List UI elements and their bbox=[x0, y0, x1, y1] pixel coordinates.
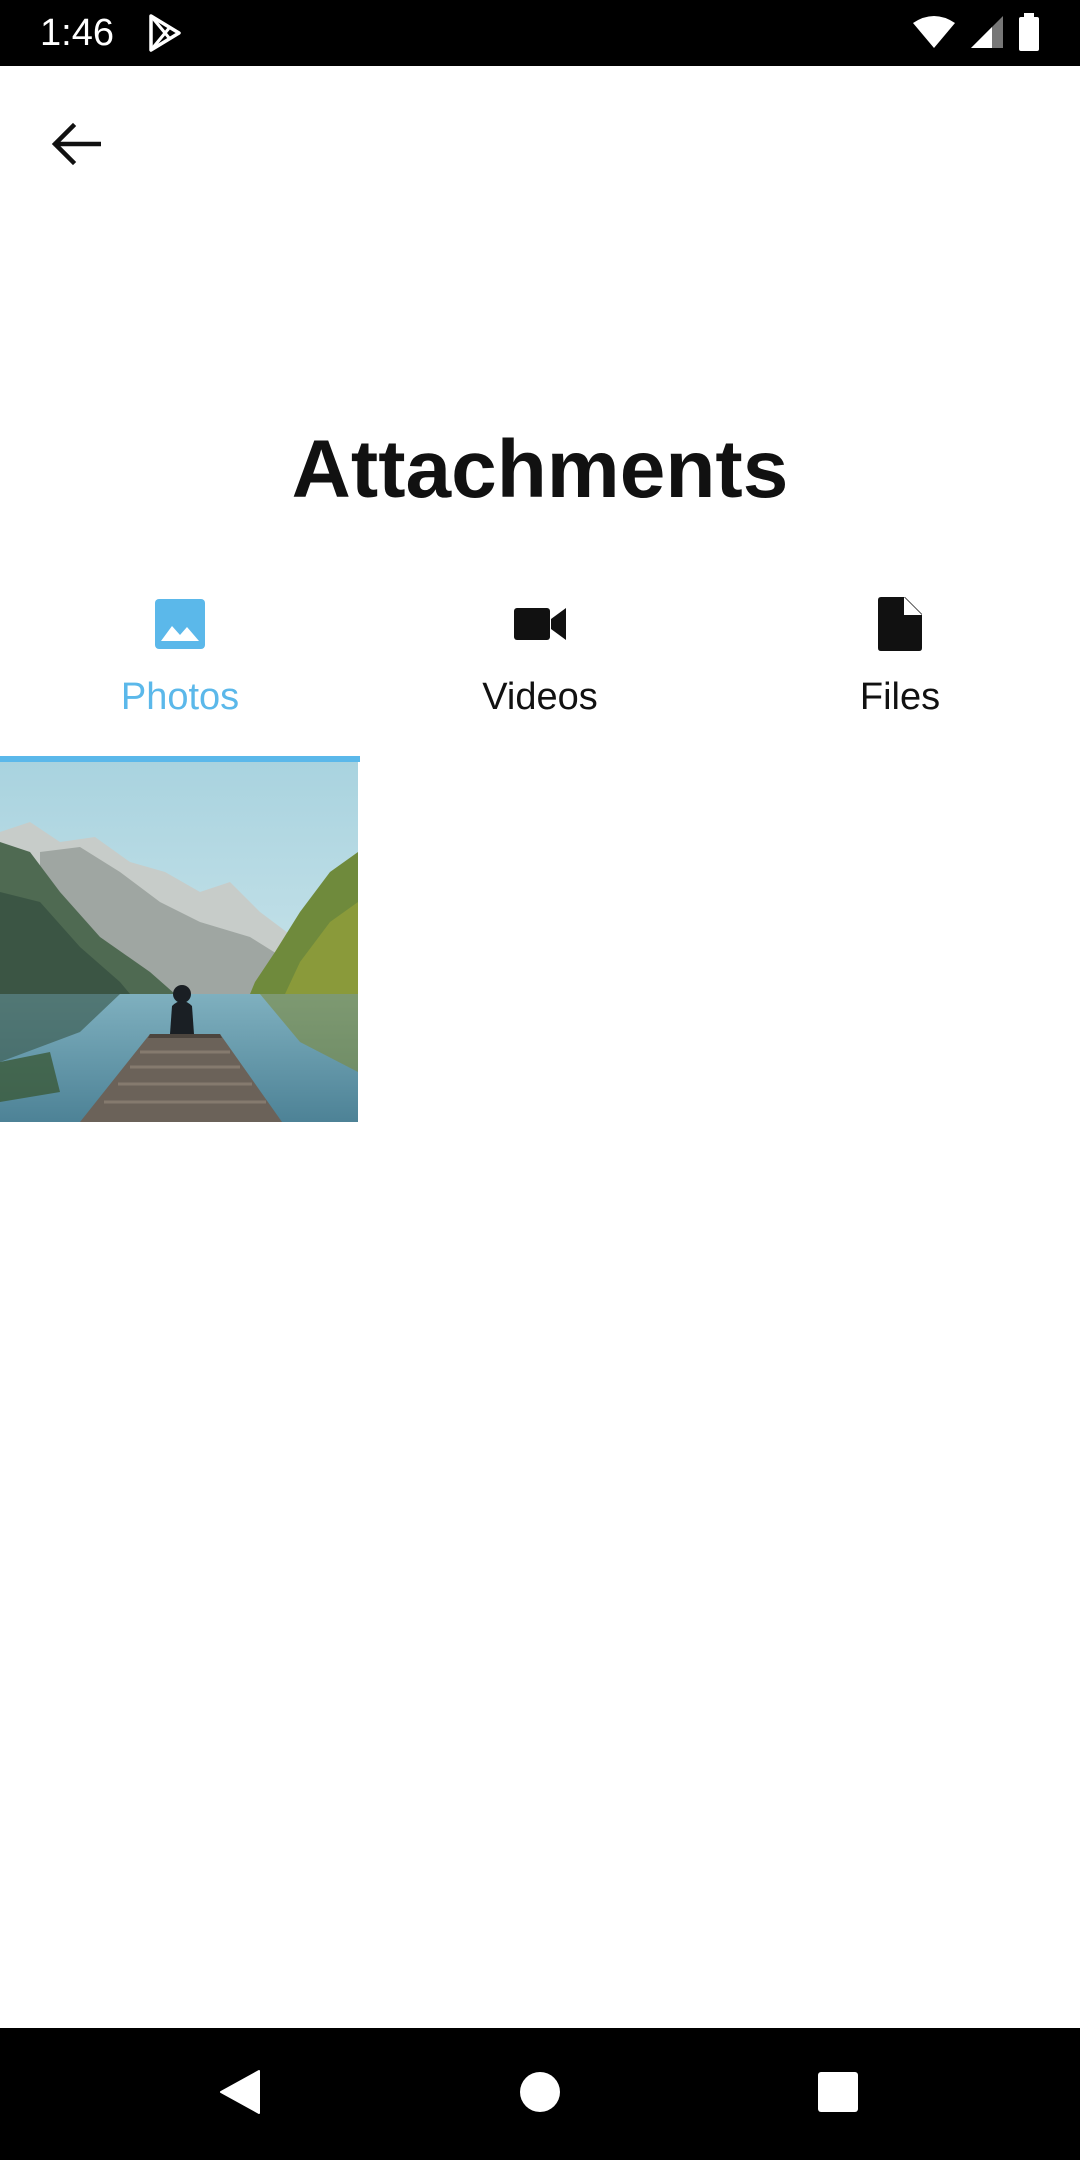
battery-icon bbox=[1018, 12, 1040, 56]
system-nav-bar bbox=[0, 2028, 1080, 2160]
tab-videos-label: Videos bbox=[482, 676, 598, 718]
image-icon bbox=[150, 594, 210, 654]
play-store-icon bbox=[148, 14, 182, 52]
back-button[interactable] bbox=[36, 106, 116, 186]
back-triangle-icon bbox=[219, 2069, 261, 2120]
page-title: Attachments bbox=[291, 424, 789, 515]
tab-files[interactable]: Files bbox=[720, 580, 1080, 762]
arrow-back-icon bbox=[51, 122, 102, 171]
file-icon bbox=[870, 594, 930, 654]
nav-recents-button[interactable] bbox=[808, 2064, 868, 2124]
wifi-icon bbox=[912, 15, 956, 54]
nav-back-button[interactable] bbox=[210, 2064, 270, 2124]
videocam-icon bbox=[510, 594, 570, 654]
status-icons bbox=[912, 12, 1040, 56]
tab-photos-label: Photos bbox=[120, 676, 240, 718]
photo-thumbnail[interactable] bbox=[0, 762, 358, 1122]
tab-photos[interactable]: Photos bbox=[0, 580, 360, 762]
recents-square-icon bbox=[817, 2071, 859, 2118]
status-bar: 1:46 bbox=[0, 0, 1080, 66]
home-circle-icon bbox=[519, 2071, 561, 2118]
attachments-screen: 1:46 Attachments Photos Videos Files bbox=[0, 0, 1080, 2160]
status-time: 1:46 bbox=[40, 12, 114, 54]
nav-home-button[interactable] bbox=[510, 2064, 570, 2124]
cell-signal-icon bbox=[970, 15, 1004, 54]
tab-videos[interactable]: Videos bbox=[360, 580, 720, 762]
tab-files-label: Files bbox=[859, 676, 941, 718]
attachment-tabs: Photos Videos Files bbox=[0, 580, 1080, 762]
